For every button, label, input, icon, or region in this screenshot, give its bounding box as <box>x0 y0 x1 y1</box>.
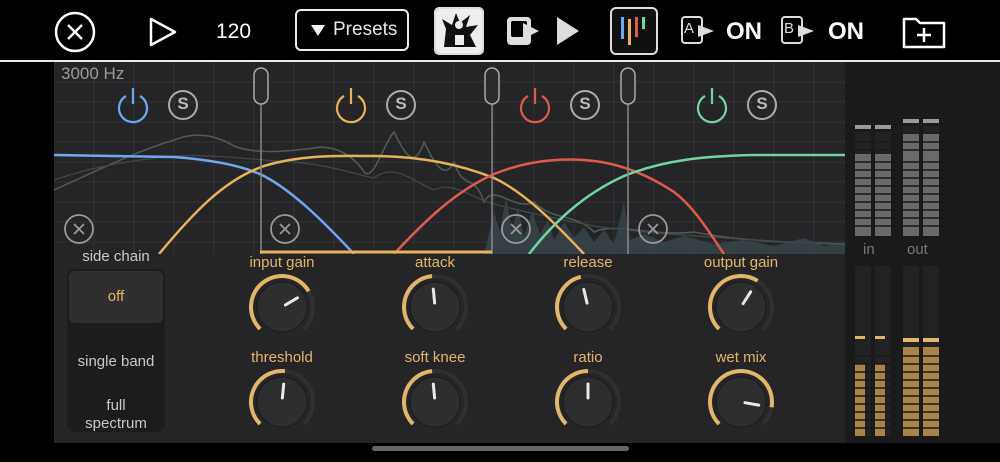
frequency-readout: 3000 Hz <box>61 64 125 83</box>
home-indicator <box>372 446 629 451</box>
knob-threshold[interactable] <box>247 367 317 437</box>
b-slot-letter: B <box>784 20 795 37</box>
knob-pointer <box>280 382 286 400</box>
dropdown-triangle-icon <box>311 25 325 36</box>
spectrum-graph[interactable]: 3000 Hz S S S S <box>54 62 845 254</box>
knob-wet-mix[interactable] <box>706 367 776 437</box>
knob-output-gain[interactable] <box>706 272 776 342</box>
b-state[interactable]: ON <box>828 18 864 46</box>
sidechain-option-full-spectrum[interactable]: full spectrum <box>76 397 156 433</box>
sidechain-option-off[interactable]: off <box>69 271 163 323</box>
knob-pointer <box>431 287 437 305</box>
knob-attack[interactable] <box>400 272 470 342</box>
presets-dropdown[interactable]: Presets <box>295 9 409 51</box>
sidechain-selector: off single band full spectrum <box>67 269 165 432</box>
close-circle-icon[interactable] <box>54 11 96 53</box>
meter-label-out: out <box>907 241 928 258</box>
bpm-readout[interactable]: 120 <box>216 20 251 44</box>
controls-panel: side chain off single band full spectrum… <box>54 248 845 443</box>
knob-label-wet-mix: wet mix <box>715 349 767 366</box>
band-3-solo-label: S <box>579 94 591 113</box>
folder-add-icon[interactable] <box>902 13 946 49</box>
sidechain-label: side chain <box>82 248 150 265</box>
band-2-power-icon[interactable] <box>335 88 367 124</box>
knob-label-attack: attack <box>414 254 456 271</box>
knob-input-gain[interactable] <box>247 272 317 342</box>
band-1-solo-label: S <box>177 94 189 113</box>
a-state[interactable]: ON <box>726 18 762 46</box>
sidechain-option-single-band[interactable]: single band <box>67 353 165 370</box>
band-2-solo-label: S <box>395 94 407 113</box>
band-3-power-icon[interactable] <box>519 88 551 124</box>
presets-label: Presets <box>333 19 398 40</box>
spectrum-canvas <box>54 62 845 254</box>
multiband-compressor: 3000 Hz S S S S side chain off single ba… <box>54 62 845 443</box>
play-icon[interactable] <box>148 17 178 47</box>
meter-label-in: in <box>863 241 875 258</box>
knob-label-ratio: ratio <box>573 349 603 366</box>
band-4-power-icon[interactable] <box>696 88 728 124</box>
ink-splash-thumbnail-icon[interactable] <box>434 7 484 55</box>
color-bars-icon[interactable] <box>610 7 658 55</box>
remove-band-2-icon[interactable] <box>270 214 300 244</box>
level-meters: in out <box>845 62 1000 443</box>
knob-pointer <box>431 382 437 400</box>
knob-label-threshold: threshold <box>251 349 313 366</box>
crossover-handle-1[interactable] <box>253 67 269 254</box>
knob-soft-knee[interactable] <box>400 367 470 437</box>
knob-label-soft-knee: soft knee <box>404 349 466 366</box>
export-play-icon[interactable] <box>505 13 585 49</box>
knob-ratio[interactable] <box>553 367 623 437</box>
knob-release[interactable] <box>553 272 623 342</box>
a-slot-letter: A <box>684 20 695 37</box>
band-4-solo-label: S <box>756 94 768 113</box>
knob-label-output-gain: output gain <box>703 254 779 271</box>
remove-band-1-icon[interactable] <box>64 214 94 244</box>
knob-label-input-gain: input gain <box>249 254 315 271</box>
top-toolbar: 120 Presets A ON B ON <box>0 0 1000 60</box>
knob-label-release: release <box>563 254 613 271</box>
band-1-power-icon[interactable] <box>117 88 149 124</box>
